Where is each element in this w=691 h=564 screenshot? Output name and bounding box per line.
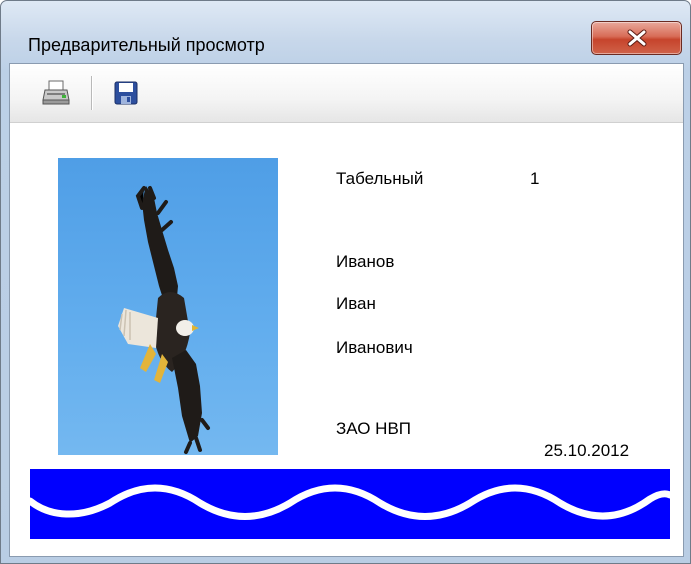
employee-photo bbox=[58, 158, 278, 455]
first-name: Иван bbox=[336, 294, 376, 313]
printer-icon bbox=[42, 80, 70, 105]
print-button[interactable] bbox=[36, 76, 76, 110]
floppy-disk-icon bbox=[114, 81, 138, 105]
toolbar-separator bbox=[91, 76, 92, 110]
window-title: Предварительный просмотр bbox=[28, 35, 265, 55]
title-bar[interactable]: Предварительный просмотр bbox=[1, 1, 690, 63]
patronymic: Иванович bbox=[336, 338, 413, 357]
bald-eagle-photo bbox=[118, 186, 210, 454]
tabel-number: 1 bbox=[530, 169, 540, 188]
close-button[interactable] bbox=[591, 21, 682, 55]
preview-window: Предварительный просмотр Табельный 1 Ива… bbox=[0, 0, 691, 564]
footer-wave-band bbox=[26, 469, 674, 539]
report-page: Табельный 1 Иванов Иван Иванович ЗАО НВП… bbox=[10, 123, 683, 556]
wave-graphic bbox=[26, 469, 674, 539]
save-button[interactable] bbox=[106, 76, 146, 110]
client-area: Табельный 1 Иванов Иван Иванович ЗАО НВП… bbox=[9, 63, 684, 557]
company: ЗАО НВП bbox=[336, 419, 412, 438]
toolbar bbox=[10, 64, 683, 123]
report-date: 25.10.2012 bbox=[544, 441, 630, 460]
last-name: Иванов bbox=[336, 252, 395, 271]
close-icon bbox=[627, 29, 646, 47]
tabel-label: Табельный bbox=[336, 169, 424, 188]
